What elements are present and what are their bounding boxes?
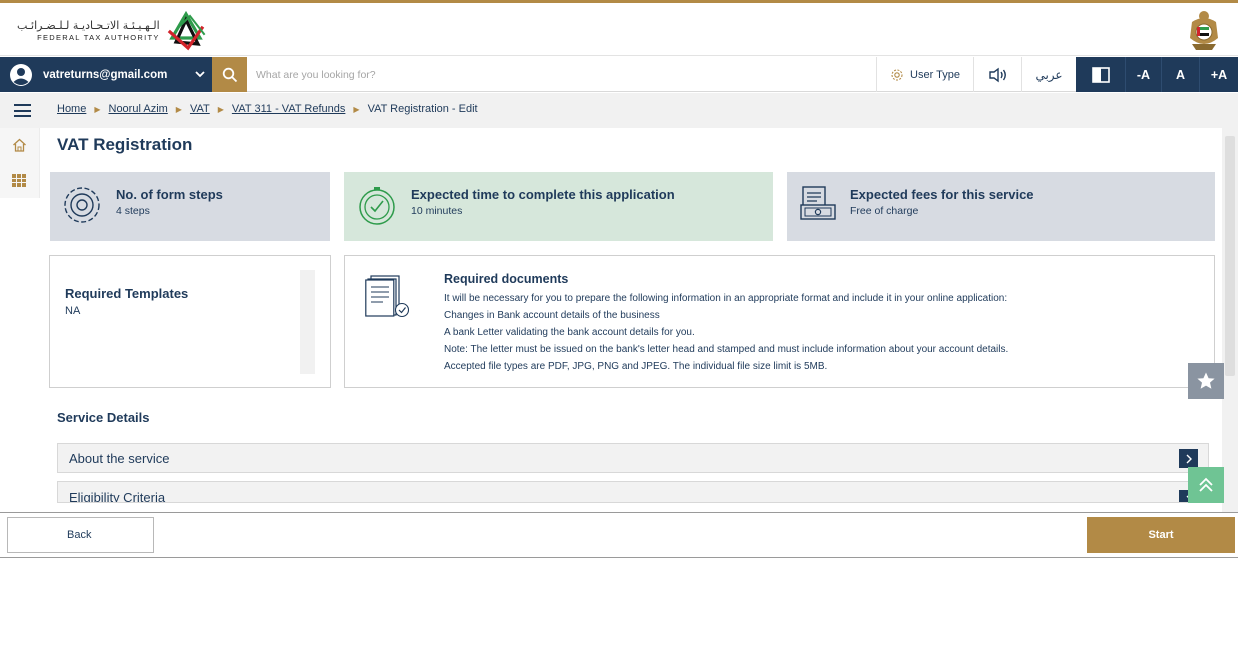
document-line: A bank Letter validating the bank accoun… (444, 327, 695, 338)
chevron-right-icon[interactable] (1179, 449, 1198, 468)
user-type-button[interactable]: User Type (876, 57, 974, 92)
logo-english-text: FEDERAL TAX AUTHORITY (37, 32, 160, 42)
search-button[interactable] (212, 57, 247, 92)
expected-time-card: Expected time to complete this applicati… (344, 172, 773, 241)
menu-icon[interactable] (14, 104, 31, 117)
expected-time-value: 10 minutes (411, 205, 463, 217)
search-input[interactable] (256, 63, 856, 87)
back-button[interactable]: Back (7, 517, 154, 553)
language-toggle[interactable]: عربي (1022, 57, 1076, 92)
document-checklist-icon (365, 275, 410, 318)
contrast-toggle[interactable] (1076, 57, 1126, 92)
start-button[interactable]: Start (1087, 517, 1235, 553)
breadcrumb-separator-icon: ▶ (94, 104, 101, 114)
fta-logo[interactable]: الـهـيـئـة الاتـحـاديـة لـلـضـرائـب FEDE… (17, 8, 208, 52)
home-icon[interactable] (12, 138, 27, 152)
scroll-to-top-button[interactable] (1188, 467, 1224, 503)
expected-fees-card: Expected fees for this service Free of c… (787, 172, 1215, 241)
contrast-icon (1091, 66, 1110, 83)
templates-scrollbar[interactable] (300, 270, 315, 374)
stopwatch-icon (359, 187, 395, 225)
accordion-label: About the service (69, 451, 170, 466)
user-email: vatreturns@gmail.com (43, 68, 168, 81)
user-avatar-icon (10, 63, 32, 86)
money-icon (800, 186, 836, 220)
form-steps-value: 4 steps (116, 205, 150, 217)
font-increase-button[interactable]: +A (1200, 57, 1238, 92)
gear-icon (64, 187, 100, 223)
required-templates-panel: Required Templates NA (49, 255, 331, 388)
page-title: VAT Registration (57, 135, 193, 154)
breadcrumb-vat-refunds[interactable]: VAT 311 - VAT Refunds (232, 103, 346, 115)
app: الـهـيـئـة الاتـحـاديـة لـلـضـرائـب FEDE… (0, 0, 1238, 648)
breadcrumb-separator-icon: ▶ (217, 104, 224, 114)
required-documents-title: Required documents (444, 272, 569, 286)
required-templates-value: NA (65, 305, 81, 317)
breadcrumb-home[interactable]: Home (57, 103, 86, 115)
document-line: Changes in Bank account details of the b… (444, 310, 660, 321)
toolbar: vatreturns@gmail.com User Type (0, 57, 1238, 92)
uae-emblem-icon (1190, 11, 1218, 50)
document-line: It will be necessary for you to prepare … (444, 293, 1008, 304)
left-rail (0, 128, 40, 198)
required-documents-panel: Required documents It will be necessary … (344, 255, 1215, 388)
header: الـهـيـئـة الاتـحـاديـة لـلـضـرائـب FEDE… (0, 3, 1238, 56)
document-line: Accepted file types are PDF, JPG, PNG an… (444, 361, 828, 372)
chevron-down-icon (195, 71, 205, 78)
required-templates-title: Required Templates (65, 286, 189, 301)
breadcrumb: Home ▶ Noorul Azim ▶ VAT ▶ VAT 311 - VAT… (57, 103, 478, 115)
breadcrumb-user[interactable]: Noorul Azim (109, 103, 168, 115)
favorite-button[interactable] (1188, 363, 1224, 399)
document-line: Note: The letter must be issued on the b… (444, 344, 1009, 355)
form-steps-title: No. of form steps (116, 187, 223, 202)
action-footer: Back Start (0, 512, 1238, 558)
breadcrumb-current: VAT Registration - Edit (367, 103, 478, 115)
expected-fees-value: Free of charge (850, 205, 919, 217)
service-details-title: Service Details (57, 410, 150, 425)
text-to-speech-button[interactable] (974, 57, 1022, 92)
user-type-label: User Type (910, 68, 960, 81)
double-chevron-up-icon (1199, 477, 1213, 492)
apps-grid-icon[interactable] (12, 174, 26, 187)
breadcrumb-separator-icon: ▶ (175, 104, 182, 114)
page-scrollbar-thumb[interactable] (1225, 136, 1235, 376)
accordion-about-service[interactable]: About the service (57, 443, 1209, 473)
expected-fees-title: Expected fees for this service (850, 187, 1034, 202)
breadcrumb-vat[interactable]: VAT (190, 103, 210, 115)
breadcrumb-separator-icon: ▶ (353, 104, 360, 114)
star-icon (1197, 372, 1215, 389)
font-reset-button[interactable]: A (1162, 57, 1200, 92)
form-steps-card: No. of form steps 4 steps (50, 172, 330, 241)
required-documents-list: It will be necessary for you to prepare … (444, 290, 1008, 375)
font-decrease-button[interactable]: -A (1126, 57, 1162, 92)
accordion-label: Eligibility Criteria (69, 490, 166, 503)
accordion-eligibility-criteria[interactable]: Eligibility Criteria (57, 481, 1209, 503)
speaker-icon (988, 67, 1006, 82)
logo-arabic-text: الـهـيـئـة الاتـحـاديـة لـلـضـرائـب (17, 18, 160, 32)
fta-logo-icon (167, 10, 206, 51)
breadcrumb-bar: Home ▶ Noorul Azim ▶ VAT ▶ VAT 311 - VAT… (0, 93, 1238, 128)
expected-time-title: Expected time to complete this applicati… (411, 187, 675, 202)
search-icon (222, 67, 237, 82)
gear-icon (891, 68, 903, 81)
user-menu[interactable]: vatreturns@gmail.com (0, 57, 212, 92)
logo-text: الـهـيـئـة الاتـحـاديـة لـلـضـرائـب FEDE… (17, 19, 160, 42)
